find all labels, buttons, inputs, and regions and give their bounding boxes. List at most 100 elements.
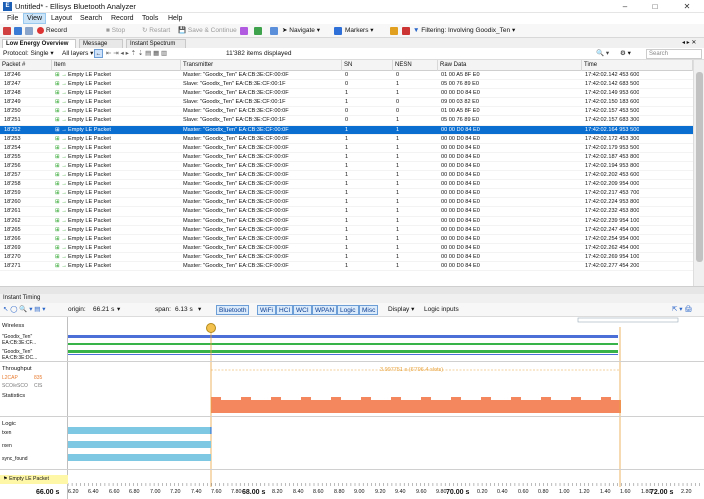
layer-wpan-button[interactable]: WPAN	[312, 305, 338, 315]
col-time[interactable]: Time	[582, 60, 693, 71]
table-scrollbar[interactable]	[693, 60, 704, 286]
device-2-label[interactable]: "Goodix_Ten" EA:CB:3E:DC...	[2, 349, 67, 361]
menu-layout[interactable]: Layout	[48, 13, 75, 24]
scale-minor-label: 8.20	[272, 489, 283, 495]
search-input[interactable]: Search	[646, 49, 702, 59]
menu-help[interactable]: Help	[165, 13, 185, 24]
table-row[interactable]: ⊞ → 18'265 Empty LE Packet Master: "Goodix_…	[0, 226, 693, 235]
table-row[interactable]: ⊞ → 18'255 Empty LE Packet Master: "Goodix_…	[0, 153, 693, 162]
table-row[interactable]: ⊞ → 18'246 Empty LE Packet Master: "Goodix_…	[0, 71, 693, 81]
tab-instant-spectrum[interactable]: Instant Spectrum	[126, 39, 186, 48]
cell-tx: Master: "Goodix_Ten" EA:CB:3E:CF:00:0F	[183, 135, 289, 142]
cell-item: Empty LE Packet	[68, 144, 111, 151]
table-row[interactable]: ⊞ → 18'260 Empty LE Packet Master: "Goodix_…	[0, 198, 693, 208]
layer-logic-button[interactable]: Logic	[337, 305, 359, 315]
menu-search[interactable]: Search	[77, 13, 105, 24]
menu-record[interactable]: Record	[108, 13, 137, 24]
packet-arrow-icon: ⊞ →	[55, 126, 67, 133]
col-packet[interactable]: Packet #	[0, 60, 52, 71]
layer-misc-button[interactable]: Misc	[359, 305, 379, 315]
packet-arrow-icon: ⊞ →	[55, 90, 67, 97]
table-row[interactable]: ⊞ → 18'269 Empty LE Packet Master: "Goodix_…	[0, 244, 693, 253]
nav-arrows-icon[interactable]: ⇤ ⇥ ◂ ▸ ⇡ ⇣ ▤ ▦ ▥	[106, 48, 167, 60]
table-row[interactable]: ⊞ → 18'270 Empty LE Packet Master: "Goodix_…	[0, 253, 693, 262]
origin-value[interactable]: 66.21 s	[93, 304, 114, 316]
logic-inputs-menu[interactable]: Logic inputs	[424, 304, 459, 316]
table-row[interactable]: ⊞ → 18'261 Empty LE Packet Master: "Goodix_…	[0, 207, 693, 217]
table-row[interactable]: ⊞ → 18'250 Empty LE Packet Master: "Goodix_…	[0, 107, 693, 117]
markers-button[interactable]: Markers ▾	[345, 25, 374, 37]
device-1-label[interactable]: "Goodix_Ten" EA:CB:3E:CF...	[2, 334, 67, 346]
close-button[interactable]: ✕	[676, 0, 698, 13]
marker-label[interactable]: ⚑ Empty LE Packet	[0, 475, 68, 484]
table-row[interactable]: ⊞ → 18'251 Empty LE Packet Slave: "Goodix_T…	[0, 116, 693, 126]
cell-n: 18'266	[4, 235, 21, 242]
cursor-handle-icon[interactable]	[206, 323, 216, 333]
layer-wifi-button[interactable]: WiFi	[257, 305, 276, 315]
span-value[interactable]: 6.13 s	[175, 304, 193, 316]
protocol-select[interactable]: Protocol: Single ▾	[3, 48, 54, 60]
tabs-overflow-icon[interactable]: ◂ ▸ ✕	[682, 39, 696, 46]
record-button[interactable]: Record	[46, 25, 67, 37]
clear-icon[interactable]	[402, 27, 410, 35]
pane-splitter[interactable]	[0, 286, 704, 294]
span-arrow-icon[interactable]: ▾	[198, 304, 201, 316]
menu-file[interactable]: File	[4, 13, 21, 24]
cell-time: 17:42:02.277 454 200	[585, 262, 640, 269]
logic-sync-bar	[68, 454, 211, 461]
cell-raw: 00 00 D0 84 E0	[441, 244, 480, 251]
menu-tools[interactable]: Tools	[139, 13, 161, 24]
table-row[interactable]: ⊞ → 18'257 Empty LE Packet Master: "Goodix_…	[0, 171, 693, 181]
save-continue-button[interactable]: 💾 Save & Continue	[178, 25, 237, 37]
cell-time: 17:42:02.269 954 100	[585, 253, 640, 260]
table-row[interactable]: ⊞ → 18'248 Empty LE Packet Master: "Goodix_…	[0, 89, 693, 99]
layers-select[interactable]: All layers ▾	[62, 48, 93, 60]
tab-message-log[interactable]: Message Log	[79, 39, 123, 55]
col-transmitter[interactable]: Transmitter	[181, 60, 342, 71]
table-row[interactable]: ⊞ → 18'254 Empty LE Packet Master: "Goodix_…	[0, 144, 693, 153]
save-as-icon[interactable]	[25, 27, 33, 35]
col-nesn[interactable]: NESN	[393, 60, 438, 71]
table-row[interactable]: ⊞ → 18'259 Empty LE Packet Master: "Goodix_…	[0, 189, 693, 199]
minimize-button[interactable]: –	[614, 0, 636, 13]
layer-bluetooth-button[interactable]: Bluetooth	[216, 305, 250, 315]
save-icon[interactable]	[14, 27, 22, 35]
table-row[interactable]: ⊞ → 18'266 Empty LE Packet Master: "Goodix_…	[0, 235, 693, 244]
navigate-button[interactable]: ➤ Navigate ▾	[282, 25, 320, 37]
cell-raw: 00 00 D0 84 E0	[441, 126, 480, 133]
statistics-bar	[471, 400, 481, 413]
col-item[interactable]: Item	[52, 60, 181, 71]
col-sn[interactable]: SN	[342, 60, 393, 71]
table-row[interactable]: ⊞ → 18'249 Empty LE Packet Slave: "Goodix_T…	[0, 98, 693, 108]
bookmark-icon[interactable]	[270, 27, 278, 35]
tab-low-energy-overview[interactable]: Low Energy Overview	[2, 39, 76, 48]
maximize-button[interactable]: □	[644, 0, 666, 13]
search-settings-icon[interactable]: ⚙ ▾	[620, 48, 631, 60]
restart-button[interactable]: ↻ Restart	[142, 25, 170, 37]
stop-button[interactable]: ■ Stop	[106, 25, 125, 37]
layer-wci-button[interactable]: WCI	[293, 305, 312, 315]
zoom-icon[interactable]: 🔍 ▾	[596, 48, 609, 60]
col-raw-data[interactable]: Raw Data	[438, 60, 582, 71]
timing-tools-icon[interactable]: ↖ ◯ 🔍 ▾ ▤ ▾	[3, 304, 46, 316]
export-icon[interactable]	[254, 27, 262, 35]
highlight-icon[interactable]	[390, 27, 398, 35]
timing-view: Wireless "Goodix_Ten" EA:CB:3E:CF... "Go…	[0, 317, 704, 499]
table-row[interactable]: ⊞ → 18'271 Empty LE Packet Master: "Goodix_…	[0, 262, 693, 272]
back-icon[interactable]: ←	[94, 49, 103, 58]
table-row[interactable]: ⊞ → 18'253 Empty LE Packet Master: "Goodix_…	[0, 135, 693, 144]
table-row[interactable]: ⊞ → 18'258 Empty LE Packet Master: "Goodix_…	[0, 180, 693, 190]
layer-hci-button[interactable]: HCI	[276, 305, 294, 315]
menu-view[interactable]: View	[23, 13, 47, 24]
table-row[interactable]: ⊞ → 18'247 Empty LE Packet Slave: "Goodix_T…	[0, 80, 693, 90]
table-row[interactable]: ⊞ → 18'252 Empty LE Packet Master: "Goodix_…	[0, 125, 693, 135]
settings-icon[interactable]	[240, 27, 248, 35]
table-row[interactable]: ⊞ → 18'262 Empty LE Packet Master: "Goodix_…	[0, 217, 693, 226]
display-menu[interactable]: Display ▾	[388, 304, 414, 316]
open-icon[interactable]	[3, 27, 11, 35]
scrollbar-thumb[interactable]	[696, 72, 703, 262]
origin-arrow-icon[interactable]: ▾	[117, 304, 120, 316]
table-row[interactable]: ⊞ → 18'256 Empty LE Packet Master: "Goodix_…	[0, 162, 693, 172]
filtering-button[interactable]: ▼ Filtering: Involving Goodix_Ten ▾	[413, 25, 515, 37]
timing-right-tools-icon[interactable]: ⇱ ▾ 🖨	[672, 304, 693, 316]
